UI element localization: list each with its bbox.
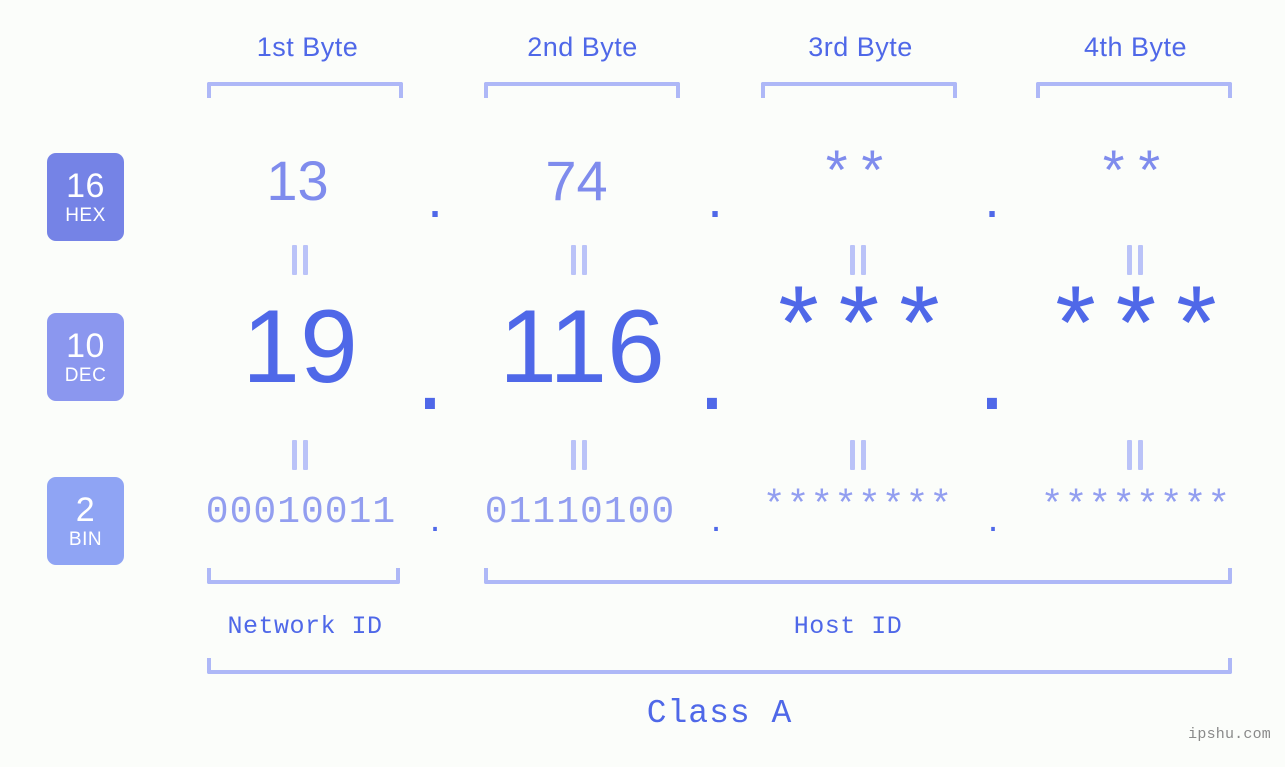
- base-badge-hex-number: 16: [66, 167, 105, 205]
- byte-header-3: 3rd Byte: [808, 32, 913, 62]
- dec-byte-4: ***: [1044, 276, 1227, 394]
- bin-separator-2: .: [710, 498, 722, 540]
- equals-symbol-dec-bin-4: [1124, 440, 1146, 470]
- dec-byte-2: 116: [499, 289, 665, 405]
- byte-bracket-1: [207, 82, 403, 98]
- equals-symbol-dec-bin-3: [847, 440, 869, 470]
- base-badge-hex-name: HEX: [65, 205, 106, 226]
- base-badge-dec-name: DEC: [64, 365, 107, 386]
- base-badge-hex: 16 HEX: [47, 153, 124, 241]
- bin-byte-3: ********: [762, 485, 954, 528]
- host-id-label: Host ID: [793, 612, 903, 641]
- hex-byte-2: 74: [545, 149, 608, 212]
- base-badge-bin: 2 BIN: [47, 477, 124, 565]
- base-badge-bin-name: BIN: [68, 529, 103, 550]
- byte-header-4: 4th Byte: [1083, 32, 1188, 62]
- bin-separator-1: .: [429, 498, 441, 540]
- hex-byte-4: **: [1096, 144, 1169, 208]
- byte-header-2: 2nd Byte: [527, 32, 638, 62]
- hex-separator-2: .: [707, 166, 723, 229]
- equals-symbol-dec-bin-1: [289, 440, 311, 470]
- dec-byte-1: 19: [242, 289, 358, 405]
- base-badge-dec-number: 10: [66, 327, 105, 365]
- byte-bracket-4: [1036, 82, 1232, 98]
- byte-header-1: 1st Byte: [256, 32, 359, 62]
- network-id-label: Network ID: [227, 612, 383, 641]
- equals-symbol-hex-dec-4: [1124, 245, 1146, 275]
- base-badge-dec: 10 DEC: [47, 313, 124, 401]
- bin-separator-3: .: [987, 498, 999, 540]
- hex-byte-1: 13: [266, 149, 329, 212]
- hex-separator-1: .: [427, 166, 443, 229]
- bin-byte-4: ********: [1040, 485, 1232, 528]
- host-id-bracket: [484, 568, 1232, 584]
- equals-symbol-dec-bin-2: [568, 440, 590, 470]
- equals-symbol-hex-dec-2: [568, 245, 590, 275]
- class-bracket: [207, 658, 1232, 674]
- bin-byte-1: 00010011: [205, 491, 397, 534]
- hex-byte-3: **: [819, 144, 892, 208]
- ip-breakdown-diagram: 1st Byte 2nd Byte 3rd Byte 4th Byte 16 H…: [0, 0, 1285, 767]
- class-label: Class A: [646, 695, 793, 732]
- base-badge-bin-number: 2: [75, 491, 96, 529]
- equals-symbol-hex-dec-3: [847, 245, 869, 275]
- byte-bracket-3: [761, 82, 957, 98]
- dec-separator-3: .: [977, 316, 1007, 432]
- bin-byte-2: 01110100: [484, 491, 676, 534]
- dec-separator-1: .: [415, 316, 445, 432]
- watermark: ipshu.com: [1188, 726, 1271, 743]
- dec-separator-2: .: [697, 316, 727, 432]
- equals-symbol-hex-dec-1: [289, 245, 311, 275]
- hex-separator-3: .: [984, 166, 1000, 229]
- dec-byte-3: ***: [767, 276, 950, 394]
- network-id-bracket: [207, 568, 400, 584]
- byte-bracket-2: [484, 82, 680, 98]
